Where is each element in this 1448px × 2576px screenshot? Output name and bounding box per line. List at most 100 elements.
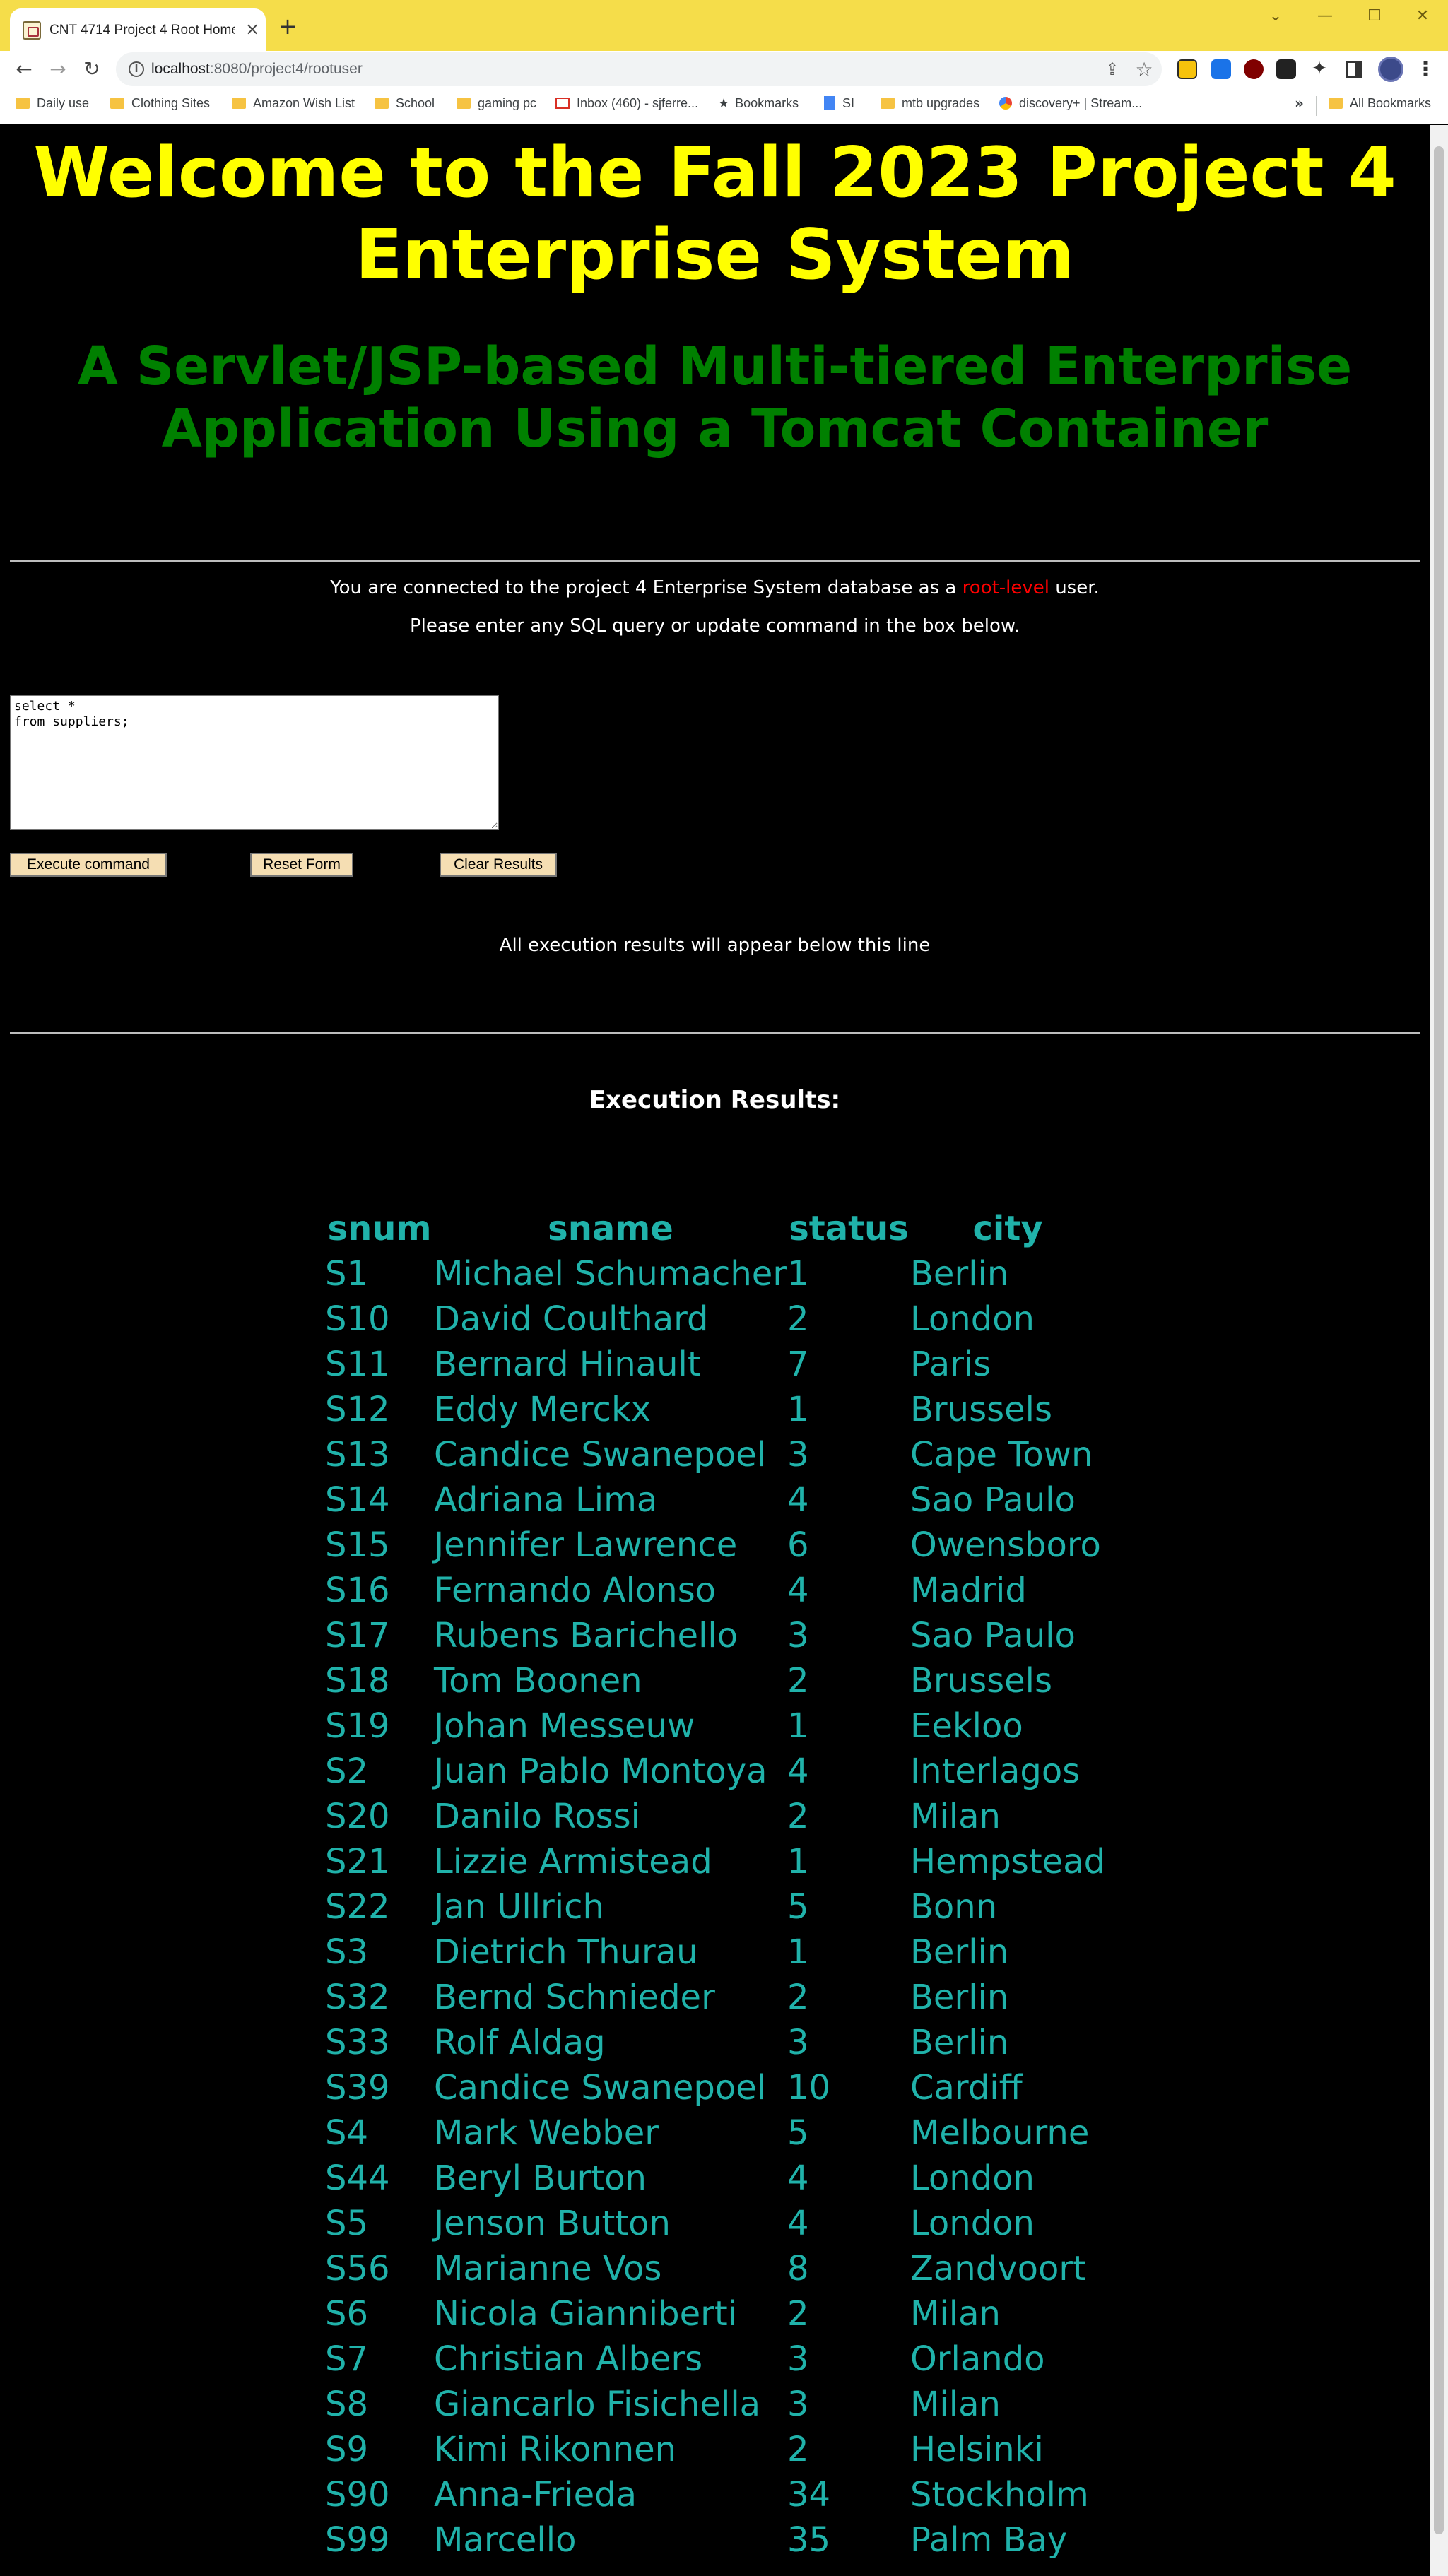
extension-icon[interactable] bbox=[1211, 59, 1231, 79]
extension-icon[interactable] bbox=[1276, 59, 1296, 79]
bookmark-clothing-sites[interactable]: Clothing Sites bbox=[110, 96, 210, 116]
cell-city: Milan bbox=[910, 1797, 1001, 1836]
cell-city: Madrid bbox=[910, 1571, 1027, 1610]
cell-snum: S33 bbox=[325, 2023, 390, 2062]
cell-status: 2 bbox=[787, 2294, 809, 2334]
connection-status: You are connected to the project 4 Enter… bbox=[0, 577, 1430, 598]
cell-snum: S6 bbox=[325, 2294, 369, 2334]
ublock-extension-icon[interactable] bbox=[1244, 59, 1264, 79]
extensions-puzzle-icon[interactable]: ✦ bbox=[1309, 58, 1330, 79]
table-row: S22 Jan Ullrich 5 Bonn bbox=[325, 1884, 1105, 1930]
window-close-icon[interactable]: ✕ bbox=[1405, 4, 1440, 28]
cell-city: Paris bbox=[910, 1345, 991, 1384]
cell-sname: Rolf Aldag bbox=[434, 2023, 606, 2062]
cell-sname: Kimi Rikonnen bbox=[434, 2430, 677, 2469]
cell-city: Sao Paulo bbox=[910, 1616, 1076, 1655]
bookmark-si[interactable]: SI bbox=[824, 96, 854, 116]
page-subtitle: A Servlet/JSP-based Multi-tiered Enterpr… bbox=[77, 336, 1353, 459]
bookmark-gaming-pc[interactable]: gaming pc bbox=[457, 96, 536, 116]
tab-strip: CNT 4714 Project 4 Root Home × + ⌄ — ☐ ✕ bbox=[0, 0, 1448, 52]
url-text[interactable]: localhost:8080/project4/rootuser bbox=[151, 61, 363, 78]
page-scrollbar[interactable] bbox=[1430, 125, 1448, 2576]
cell-snum: S2 bbox=[325, 1751, 369, 1791]
column-header-sname: sname bbox=[548, 1209, 673, 1248]
cell-sname: Dietrich Thurau bbox=[434, 1932, 698, 1972]
cell-snum: S12 bbox=[325, 1390, 390, 1429]
extension-icon[interactable] bbox=[1177, 59, 1197, 79]
bookmark-label: Amazon Wish List bbox=[253, 96, 355, 110]
bookmark-bookmarks[interactable]: ★ Bookmarks bbox=[718, 96, 799, 116]
results-body: S1 Michael Schumacher 1 Berlin S10 David Coul… bbox=[325, 1251, 1105, 2563]
tab-favicon-icon bbox=[23, 21, 41, 40]
new-tab-plus-icon[interactable]: + bbox=[276, 14, 300, 38]
browser-tab[interactable]: CNT 4714 Project 4 Root Home × bbox=[10, 8, 266, 52]
cell-city: Hempstead bbox=[910, 1842, 1106, 1881]
cell-city: Berlin bbox=[910, 1978, 1009, 2017]
cell-snum: S20 bbox=[325, 1797, 390, 1836]
table-row: S7 Christian Albers 3 Orlando bbox=[325, 2336, 1105, 2382]
all-bookmarks[interactable]: All Bookmarks bbox=[1329, 96, 1431, 116]
forward-arrow-icon[interactable]: → bbox=[44, 55, 72, 83]
side-panel-icon[interactable] bbox=[1346, 61, 1362, 78]
maximize-icon[interactable]: ☐ bbox=[1357, 4, 1392, 28]
cell-status: 2 bbox=[787, 1978, 809, 2017]
bookmark-daily-use[interactable]: Daily use bbox=[16, 96, 89, 116]
cell-sname: Fernando Alonso bbox=[434, 1571, 717, 1610]
bookmark-amazon-wish-list[interactable]: Amazon Wish List bbox=[232, 96, 355, 116]
cell-sname: Jan Ullrich bbox=[434, 1887, 604, 1927]
cell-city: Berlin bbox=[910, 2023, 1009, 2062]
cell-city: Cardiff bbox=[910, 2068, 1023, 2108]
scrollbar-thumb[interactable] bbox=[1434, 146, 1444, 2534]
minimize-icon[interactable]: — bbox=[1307, 4, 1343, 28]
bookmark-inbox[interactable]: Inbox (460) - sjferre... bbox=[555, 96, 698, 116]
cell-sname: Bernd Schnieder bbox=[434, 1978, 715, 2017]
back-arrow-icon[interactable]: ← bbox=[10, 55, 38, 83]
cell-city: Milan bbox=[910, 2294, 1001, 2334]
folder-icon bbox=[881, 98, 895, 109]
bookmark-label: Daily use bbox=[37, 96, 90, 110]
cell-city: Zandvoort bbox=[910, 2249, 1086, 2288]
cell-sname: Rubens Barichello bbox=[434, 1616, 738, 1655]
table-row: S20 Danilo Rossi 2 Milan bbox=[325, 1794, 1105, 1839]
cell-sname: David Coulthard bbox=[434, 1299, 709, 1339]
cell-status: 1 bbox=[787, 1706, 809, 1746]
folder-icon bbox=[457, 98, 471, 109]
reload-icon[interactable]: ↻ bbox=[78, 55, 106, 83]
reset-form-button[interactable]: Reset Form bbox=[250, 853, 353, 877]
execute-command-button[interactable]: Execute command bbox=[10, 853, 167, 877]
bookmarks-overflow-icon[interactable]: » bbox=[1295, 95, 1304, 112]
table-row: S32 Bernd Schnieder 2 Berlin bbox=[325, 1975, 1105, 2020]
share-icon[interactable]: ⇪ bbox=[1102, 59, 1122, 79]
address-bar[interactable]: i localhost:8080/project4/rootuser ⇪ ☆ bbox=[116, 52, 1162, 86]
bookmark-discovery-plus[interactable]: discovery+ | Stream... bbox=[999, 96, 1142, 116]
site-info-icon[interactable]: i bbox=[129, 61, 144, 77]
tab-search-chevron-icon[interactable]: ⌄ bbox=[1258, 4, 1293, 28]
browser-menu-icon[interactable]: ⋮ bbox=[1415, 57, 1436, 82]
cell-status: 5 bbox=[787, 2113, 809, 2153]
cell-snum: S39 bbox=[325, 2068, 390, 2108]
cell-sname: Beryl Burton bbox=[434, 2158, 647, 2198]
cell-status: 1 bbox=[787, 1932, 809, 1972]
cell-city: Stockholm bbox=[910, 2475, 1089, 2515]
cell-sname: Marcello bbox=[434, 2520, 577, 2560]
cell-status: 3 bbox=[787, 2385, 809, 2424]
cell-city: Sao Paulo bbox=[910, 1480, 1076, 1520]
table-row: S13 Candice Swanepoel 3 Cape Town bbox=[325, 1432, 1105, 1477]
bookmark-label: mtb upgrades bbox=[902, 96, 980, 110]
profile-avatar[interactable] bbox=[1378, 57, 1403, 82]
bookmark-star-icon[interactable]: ☆ bbox=[1134, 58, 1155, 81]
table-row: S15 Jennifer Lawrence 6 Owensboro bbox=[325, 1523, 1105, 1568]
cell-sname: Eddy Merckx bbox=[434, 1390, 652, 1429]
clear-results-button[interactable]: Clear Results bbox=[440, 853, 557, 877]
bookmark-label: Inbox (460) - sjferre... bbox=[577, 96, 699, 110]
cell-snum: S5 bbox=[325, 2204, 369, 2243]
sql-query-input[interactable]: select * from suppliers; bbox=[10, 695, 499, 830]
table-row: S17 Rubens Barichello 3 Sao Paulo bbox=[325, 1613, 1105, 1658]
cell-city: Brussels bbox=[910, 1390, 1052, 1429]
bookmark-school[interactable]: School bbox=[375, 96, 435, 116]
tab-close-icon[interactable]: × bbox=[242, 18, 263, 40]
cell-snum: S44 bbox=[325, 2158, 390, 2198]
table-row: S6 Nicola Gianniberti 2 Milan bbox=[325, 2291, 1105, 2336]
cell-sname: Mark Webber bbox=[434, 2113, 659, 2153]
bookmark-mtb-upgrades[interactable]: mtb upgrades bbox=[881, 96, 979, 116]
